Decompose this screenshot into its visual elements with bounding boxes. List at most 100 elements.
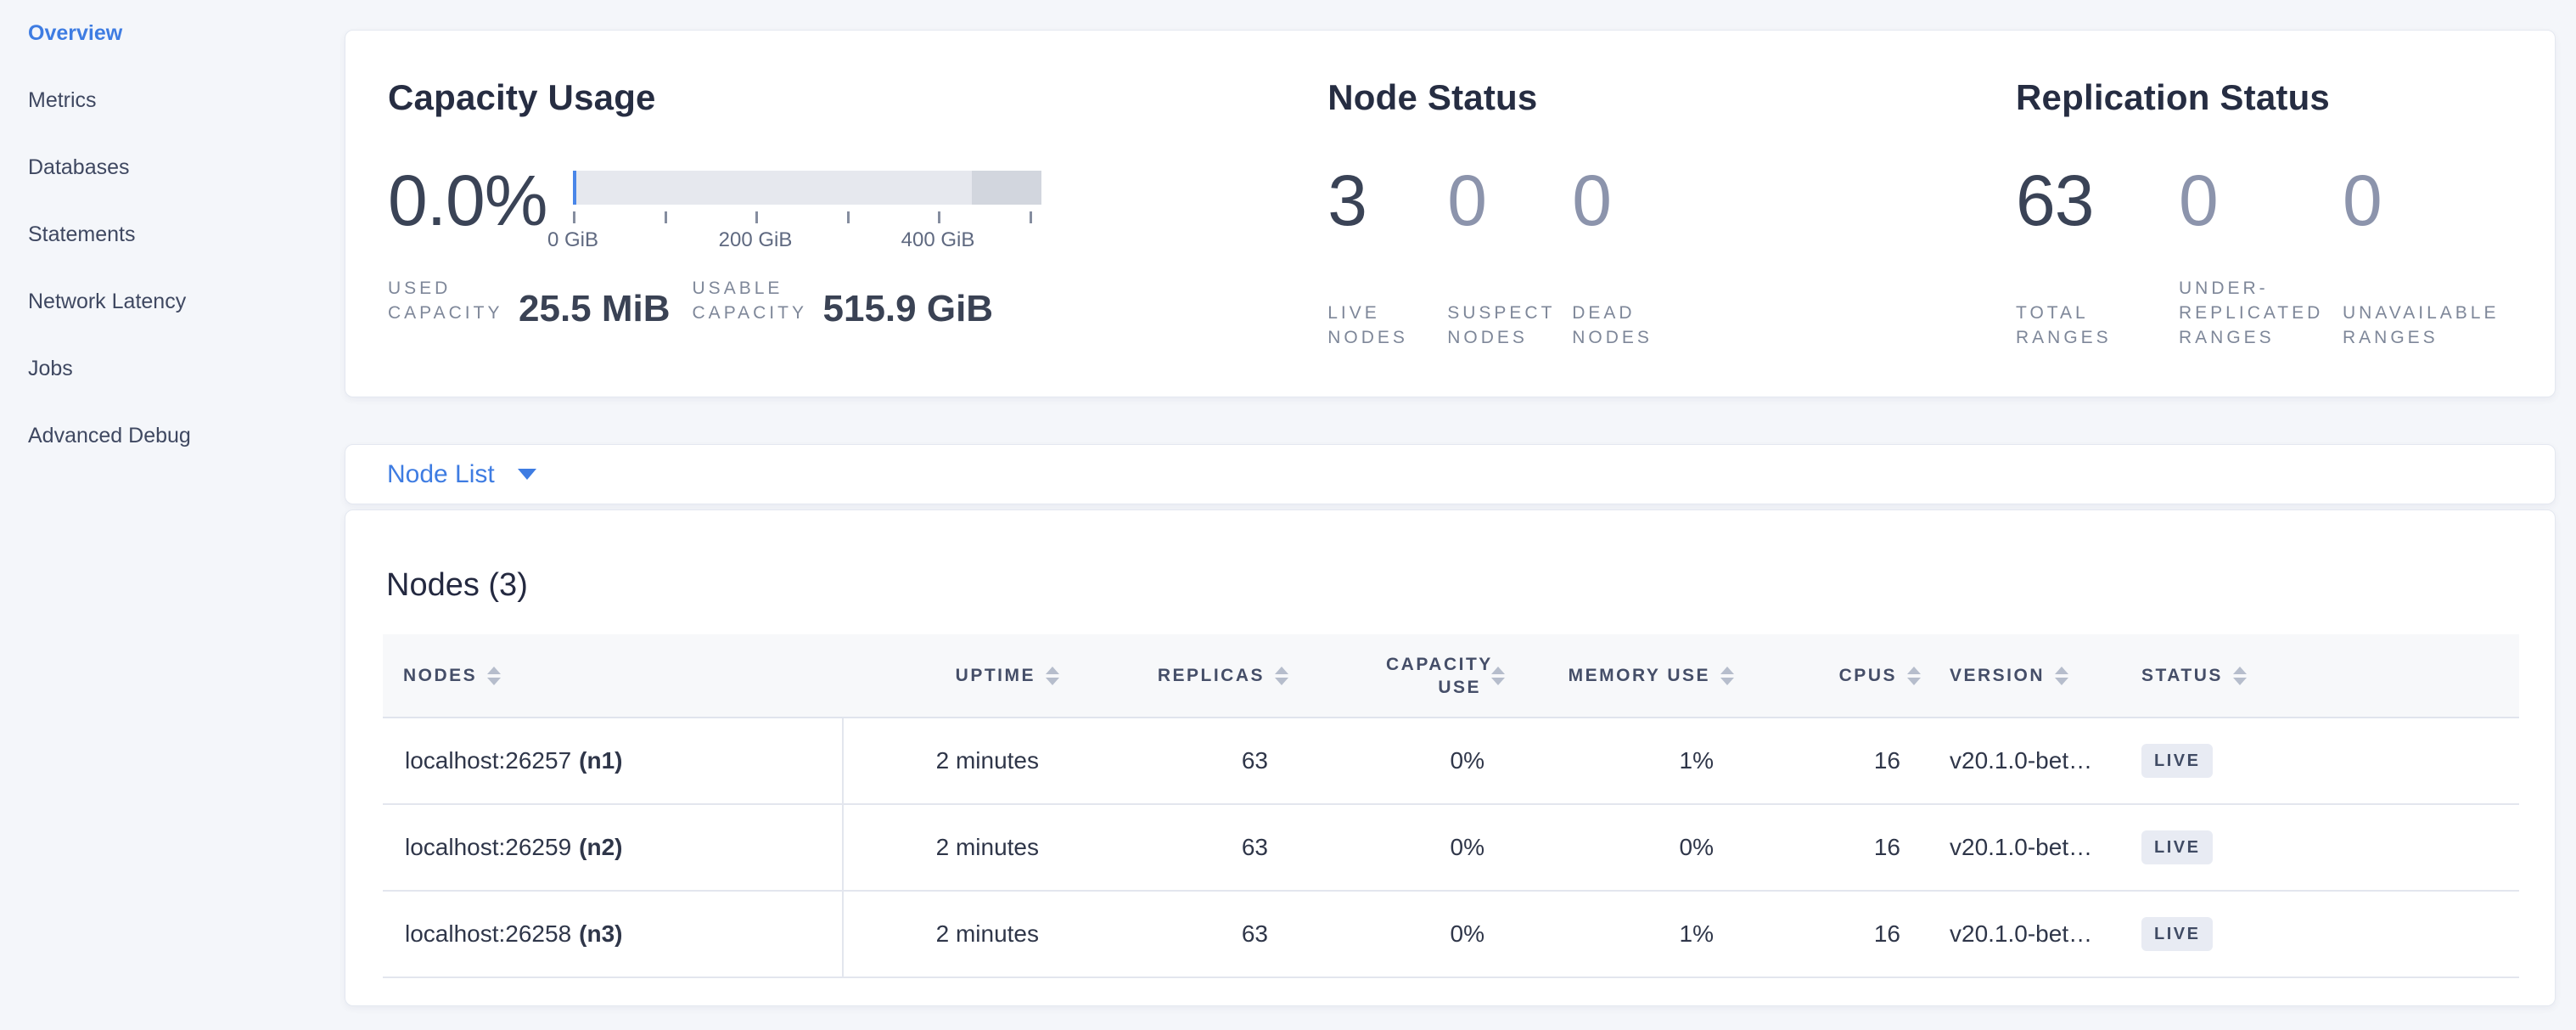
node-list-dropdown-label: Node List xyxy=(387,460,495,489)
sort-down-arrow xyxy=(1046,678,1059,685)
status-badge: LIVE xyxy=(2141,830,2213,864)
axis-tick xyxy=(665,211,667,223)
version-cell: v20.1.0-bet… xyxy=(1943,805,2138,890)
column-header-label: NODES xyxy=(403,664,477,687)
stat-label-live-nodes: LIVE NODES xyxy=(1327,301,1434,350)
sidebar-item-databases[interactable]: Databases xyxy=(28,134,345,201)
used-capacity-label: USED CAPACITY xyxy=(388,276,515,325)
column-header-replicas[interactable]: REPLICAS xyxy=(1081,634,1310,717)
sidebar-item-jobs[interactable]: Jobs xyxy=(28,335,345,402)
sort-icon xyxy=(487,667,501,685)
sort-down-arrow xyxy=(2055,678,2068,685)
stat-label-unavailable-ranges: UNAVAILABLE RANGES xyxy=(2343,301,2504,350)
axis-tick xyxy=(1030,211,1032,223)
column-header-status[interactable]: STATUS xyxy=(2138,634,2519,717)
column-header-capacity-use[interactable]: CAPACITY USE xyxy=(1310,634,1527,717)
used-capacity-value: 25.5 MiB xyxy=(519,293,671,325)
column-header-memory-use[interactable]: MEMORY USE xyxy=(1527,634,1756,717)
capacity-use-cell: 0% xyxy=(1310,805,1527,890)
nodes-table-title: Nodes (3) xyxy=(383,510,2517,634)
usable-capacity-label: USABLE CAPACITY xyxy=(693,276,820,325)
nodes-table-body: localhost:26257(n1)2 minutes630%1%16v20.… xyxy=(383,718,2519,978)
sidebar-item-metrics[interactable]: Metrics xyxy=(28,67,345,134)
stat-label-under-replicated-ranges: UNDER-REPLICATED RANGES xyxy=(2179,276,2340,350)
sidebar-item-overview[interactable]: Overview xyxy=(28,0,345,67)
node-address: localhost:26257 xyxy=(405,747,571,774)
stat-value-under-replicated-ranges: 0 xyxy=(2179,170,2343,231)
column-header-uptime[interactable]: UPTIME xyxy=(844,634,1081,717)
capacity-usage-section: Capacity Usage 0.0% 0 GiB200 GiB400 GiB … xyxy=(388,80,1327,397)
capacity-used-percent: 0.0% xyxy=(388,170,558,257)
nodes-table-card: Nodes (3) NODES UPTIME REPLICAS CAPACITY US… xyxy=(345,509,2556,1006)
memory-use-cell: 1% xyxy=(1527,892,1756,977)
node-row-n1[interactable]: localhost:26257(n1)2 minutes630%1%16v20.… xyxy=(383,718,2519,805)
stat-label-dead-nodes: DEAD NODES xyxy=(1572,301,1678,350)
sort-down-arrow xyxy=(487,678,501,685)
status-badge: LIVE xyxy=(2141,744,2213,778)
sort-up-arrow xyxy=(2055,667,2068,674)
capacity-bar-reserved-segment xyxy=(972,171,1041,205)
version-cell: v20.1.0-bet… xyxy=(1943,892,2138,977)
node-list-dropdown[interactable]: Node List xyxy=(387,460,536,489)
sort-up-arrow xyxy=(1046,667,1059,674)
uptime-cell: 2 minutes xyxy=(844,892,1081,977)
axis-tick xyxy=(847,211,850,223)
sort-down-arrow xyxy=(1275,678,1288,685)
axis-tick-label: 0 GiB xyxy=(547,228,598,252)
replicas-cell: 63 xyxy=(1081,892,1310,977)
sort-icon xyxy=(1720,667,1734,685)
column-header-label: CAPACITY USE xyxy=(1386,653,1481,699)
used-capacity-stat: USED CAPACITY 25.5 MiB xyxy=(388,276,671,325)
replicas-cell: 63 xyxy=(1081,718,1310,803)
node-id: (n2) xyxy=(579,834,622,861)
sort-icon xyxy=(1275,667,1288,685)
sort-icon xyxy=(1491,667,1505,685)
node-address: localhost:26259 xyxy=(405,834,571,861)
stat-under-replicated-ranges: 0 UNDER-REPLICATED RANGES xyxy=(2179,170,2343,350)
column-header-version[interactable]: VERSION xyxy=(1943,634,2138,717)
replicas-cell: 63 xyxy=(1081,805,1310,890)
nodes-table-header: NODES UPTIME REPLICAS CAPACITY USE MEMORY US… xyxy=(383,634,2519,718)
status-cell: LIVE xyxy=(2138,892,2519,977)
memory-use-cell: 1% xyxy=(1527,718,1756,803)
column-header-label: REPLICAS xyxy=(1158,664,1265,687)
node-address-cell: localhost:26259 (n2) xyxy=(383,805,844,890)
sidebar-item-statements[interactable]: Statements xyxy=(28,201,345,268)
capacity-stats: USED CAPACITY 25.5 MiB USABLE CAPACITY 5… xyxy=(388,276,1327,325)
node-row-n3[interactable]: localhost:26258(n3)2 minutes630%1%16v20.… xyxy=(383,892,2519,978)
node-address-cell: localhost:26258(n3) xyxy=(383,892,844,977)
axis-tick xyxy=(755,211,758,223)
stat-value-unavailable-ranges: 0 xyxy=(2343,170,2512,231)
stat-total-ranges: 63TOTAL RANGES xyxy=(2016,170,2179,350)
sidebar: OverviewMetricsDatabasesStatementsNetwor… xyxy=(0,0,345,470)
node-row-n2[interactable]: localhost:26259(n2)2 minutes630%0%16v20.… xyxy=(383,805,2519,892)
node-status-stats: 3 LIVE NODES 0SUSPECT NODES0 DEAD NODES xyxy=(1327,170,2016,350)
cpus-cell: 16 xyxy=(1756,892,1943,977)
stat-dead-nodes: 0 DEAD NODES xyxy=(1572,170,1708,350)
sort-up-arrow xyxy=(1907,667,1921,674)
sidebar-item-advanced-debug[interactable]: Advanced Debug xyxy=(28,402,345,470)
sort-up-arrow xyxy=(1720,667,1734,674)
sidebar-item-network-latency[interactable]: Network Latency xyxy=(28,268,345,335)
sort-icon xyxy=(2055,667,2068,685)
stat-value-live-nodes: 3 xyxy=(1327,170,1447,231)
stat-value-total-ranges: 63 xyxy=(2016,170,2179,231)
version-cell: v20.1.0-bet… xyxy=(1943,718,2138,803)
column-header-label: CPUS xyxy=(1839,664,1897,687)
cluster-overview-card: Capacity Usage 0.0% 0 GiB200 GiB400 GiB … xyxy=(345,30,2556,397)
nodes-table: NODES UPTIME REPLICAS CAPACITY USE MEMORY US… xyxy=(383,634,2519,978)
cpus-cell: 16 xyxy=(1756,718,1943,803)
capacity-use-cell: 0% xyxy=(1310,892,1527,977)
node-id: (n1) xyxy=(579,747,622,774)
column-header-label: UPTIME xyxy=(956,664,1035,687)
stat-value-dead-nodes: 0 xyxy=(1572,170,1708,231)
node-status-section: Node Status 3LIVE NODES0SUSPECT NODES0DE… xyxy=(1327,80,2016,397)
axis-tick-label: 200 GiB xyxy=(719,228,793,252)
stat-value-suspect-nodes: 0 xyxy=(1447,170,1572,231)
column-header-cpus[interactable]: CPUS xyxy=(1756,634,1943,717)
replication-status-title: Replication Status xyxy=(2016,80,2512,115)
node-address-cell: localhost:26257 (n1) xyxy=(383,718,844,803)
column-header-nodes[interactable]: NODES xyxy=(383,634,844,717)
stat-suspect-nodes: 0SUSPECT NODES xyxy=(1447,170,1572,350)
status-badge: LIVE xyxy=(2141,917,2213,951)
